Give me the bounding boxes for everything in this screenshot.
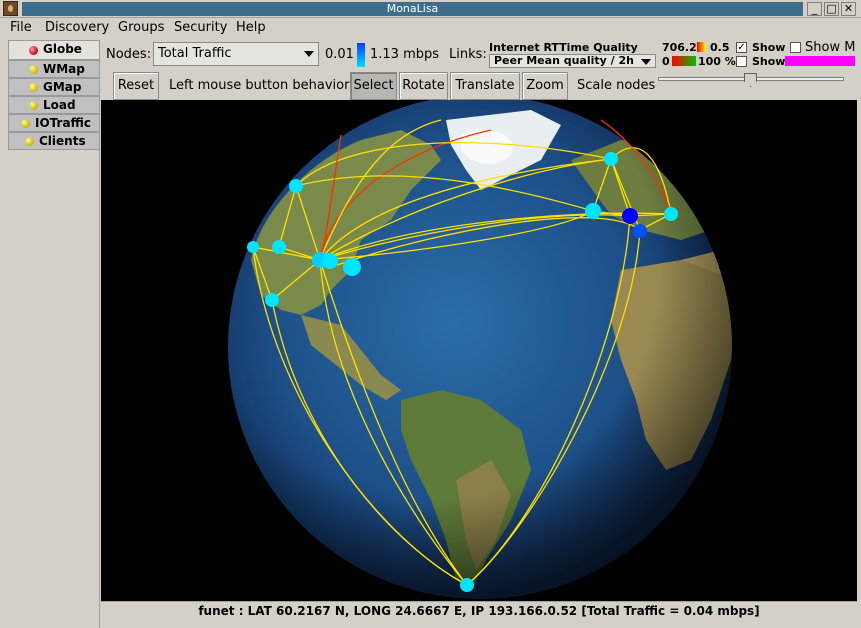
show-rt-checkbox[interactable]: ✓: [736, 42, 747, 53]
nodes-selected-value: Total Traffic: [158, 46, 232, 61]
chevron-down-icon: [304, 51, 314, 57]
rt-color-scale: [697, 42, 706, 52]
tab-iotraffic[interactable]: IOTraffic: [8, 114, 100, 132]
window-title: MonaLisa: [22, 2, 803, 16]
tab-clients[interactable]: Clients: [8, 132, 100, 150]
globe-canvas[interactable]: [101, 100, 857, 601]
rt-max-value: 706.2: [662, 41, 697, 54]
nodes-range-max: 1.13 mbps: [370, 47, 440, 62]
reset-button[interactable]: Reset: [113, 72, 159, 100]
network-node[interactable]: [460, 578, 474, 592]
menu-security[interactable]: Security: [174, 20, 227, 36]
menu-help[interactable]: Help: [236, 20, 266, 36]
nodes-color-scale: [357, 43, 365, 67]
title-bar: MonaLisa _ □ ✕: [0, 0, 861, 18]
quality-color-scale: [672, 56, 696, 66]
links-title: Internet RTTime Quality: [489, 41, 638, 54]
scale-nodes-slider-thumb[interactable]: [744, 73, 757, 87]
selected-network-node[interactable]: [622, 208, 638, 224]
yellow-dot-icon: [21, 119, 30, 128]
scale-nodes-label: Scale nodes: [577, 78, 656, 93]
chevron-down-icon: [641, 59, 651, 65]
network-node[interactable]: [664, 207, 678, 221]
view-tabs: Globe WMap GMap Load IOTraffic Clients: [8, 40, 100, 150]
rotate-button[interactable]: Rotate: [399, 72, 448, 100]
maximize-button[interactable]: □: [824, 2, 839, 16]
yellow-dot-icon: [25, 137, 34, 146]
nodes-range-min: 0.01: [325, 47, 354, 62]
yellow-dot-icon: [29, 83, 38, 92]
quality-min-value: 0: [662, 55, 670, 68]
tab-label: WMap: [43, 62, 85, 76]
show-m-label: Show M: [805, 40, 856, 55]
menu-bar: File Discovery Groups Security Help: [0, 18, 861, 38]
tab-gmap[interactable]: GMap: [8, 78, 100, 96]
links-label: Links:: [449, 47, 487, 62]
tab-label: Load: [43, 98, 76, 112]
menu-groups[interactable]: Groups: [118, 20, 164, 36]
tab-label: Globe: [43, 42, 82, 56]
nodes-select[interactable]: Total Traffic: [153, 42, 319, 66]
magenta-color-swatch: [785, 56, 855, 66]
status-bar: funet : LAT 60.2167 N, LONG 24.6667 E, I…: [101, 601, 857, 621]
network-node[interactable]: [272, 240, 286, 254]
tab-load[interactable]: Load: [8, 96, 100, 114]
links-select[interactable]: Peer Mean quality / 2h: [489, 54, 656, 68]
tab-label: GMap: [43, 80, 82, 94]
rt-min-value: 0.5: [710, 41, 730, 54]
red-dot-icon: [29, 46, 38, 55]
network-node[interactable]: [343, 258, 361, 276]
mouse-behavior-label: Left mouse button behavior:: [169, 78, 354, 93]
yellow-dot-icon: [29, 65, 38, 74]
tab-globe[interactable]: Globe: [8, 40, 100, 60]
select-button[interactable]: Select: [350, 72, 397, 100]
show-m-checkbox[interactable]: [790, 42, 801, 53]
network-node[interactable]: [633, 224, 647, 238]
zoom-button[interactable]: Zoom: [522, 72, 568, 100]
network-node[interactable]: [322, 253, 338, 269]
network-node[interactable]: [265, 293, 279, 307]
quality-max-value: 100 %: [698, 55, 736, 68]
show-quality-label: Show: [752, 55, 786, 68]
yellow-dot-icon: [29, 101, 38, 110]
translate-button[interactable]: Translate: [450, 72, 520, 100]
show-quality-checkbox[interactable]: [736, 56, 747, 67]
monalisa-app-icon[interactable]: [3, 1, 18, 16]
network-node[interactable]: [604, 152, 618, 166]
network-node[interactable]: [585, 203, 601, 219]
minimize-button[interactable]: _: [807, 2, 822, 16]
globe-shading: [228, 100, 732, 599]
menu-file[interactable]: File: [10, 20, 32, 36]
close-button[interactable]: ✕: [841, 2, 856, 16]
network-node[interactable]: [247, 241, 259, 253]
network-node[interactable]: [289, 179, 303, 193]
globe-viewport[interactable]: [101, 100, 857, 601]
tab-label: IOTraffic: [35, 116, 92, 130]
tab-label: Clients: [39, 134, 86, 148]
nodes-label: Nodes:: [106, 47, 152, 62]
links-selected-value: Peer Mean quality / 2h: [494, 54, 634, 67]
show-rt-label: Show: [752, 41, 786, 54]
menu-discovery[interactable]: Discovery: [45, 20, 109, 36]
tab-wmap[interactable]: WMap: [8, 60, 100, 78]
